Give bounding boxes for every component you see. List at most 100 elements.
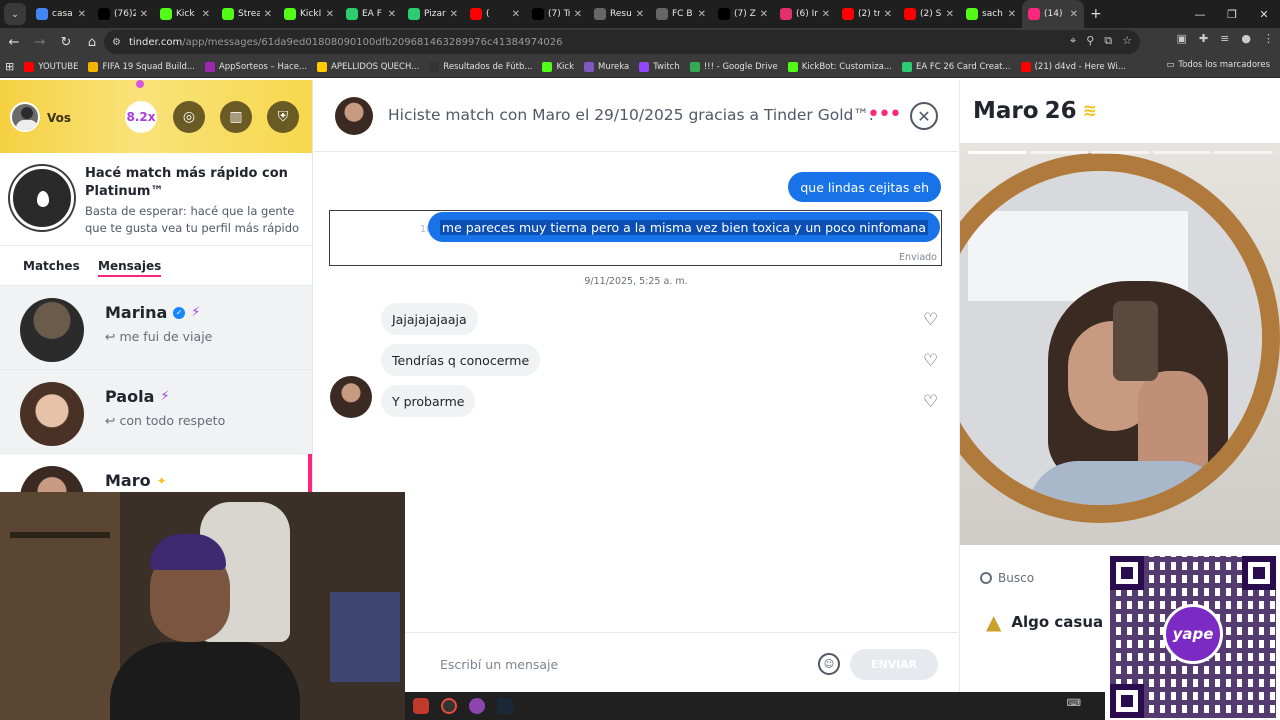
media-icon[interactable]: ≡	[1220, 32, 1229, 45]
browser-tab[interactable]: (6) In ✕	[774, 0, 836, 28]
tab-close-icon[interactable]: ✕	[202, 9, 210, 20]
browser-tab[interactable]: FC B ✕	[650, 0, 712, 28]
bookmark-item[interactable]: AppSorteos – Hace...	[200, 61, 312, 72]
browser-tab[interactable]: (2) tr ✕	[836, 0, 898, 28]
bookmark-item[interactable]: APELLIDOS QUECH...	[312, 61, 424, 72]
tab-search-button[interactable]: ⌄	[4, 3, 26, 25]
browser-tab[interactable]: (14) ✕	[1022, 0, 1084, 28]
emoji-icon[interactable]: ☺	[818, 653, 840, 675]
safety-button[interactable]: ⛨	[267, 101, 299, 133]
tab-close-icon[interactable]: ✕	[698, 9, 706, 20]
minimize-icon[interactable]: —	[1184, 0, 1216, 28]
tab-close-icon[interactable]: ✕	[264, 9, 272, 20]
obs-icon[interactable]	[441, 698, 457, 714]
message-input[interactable]: Escribí un mensaje	[440, 657, 558, 672]
extension-icon[interactable]: ▣	[1177, 32, 1187, 45]
install-icon[interactable]: ⧉	[1104, 34, 1112, 48]
browser-tab[interactable]: Resu ✕	[588, 0, 650, 28]
selected-message-row[interactable]: 10:32 p. m. me pareces muy tierna pero a…	[329, 210, 942, 266]
passport-button[interactable]: ▥	[220, 101, 252, 133]
address-bar[interactable]: ⚙ tinder.com/app/messages/61da9ed0180809…	[104, 30, 1140, 54]
browser-tab[interactable]: sach ✕	[960, 0, 1022, 28]
discord-icon[interactable]	[469, 698, 485, 714]
browser-tab[interactable]: Pizar ✕	[402, 0, 464, 28]
message-bubble-incoming[interactable]: Jajajajajaaja	[381, 303, 478, 335]
bookmark-item[interactable]: Kick	[537, 61, 579, 72]
bookmark-item[interactable]: (21) d4vd - Here Wi...	[1016, 61, 1131, 72]
bookmark-star-icon[interactable]: ☆	[1122, 34, 1132, 48]
restore-icon[interactable]: ❐	[1216, 0, 1248, 28]
tab-matches[interactable]: Matches	[23, 259, 80, 273]
bookmark-item[interactable]: KickBot: Customiza...	[783, 61, 897, 72]
tab-close-icon[interactable]: ✕	[326, 9, 334, 20]
browser-tab[interactable]: (7) Zi ✕	[712, 0, 774, 28]
bookmark-item[interactable]: EA FC 26 Card Creat...	[897, 61, 1016, 72]
heart-icon[interactable]: ♡	[923, 351, 938, 371]
bookmark-item[interactable]: Mureka	[579, 61, 634, 72]
message-bubble-incoming[interactable]: Y probarme	[381, 385, 476, 417]
tab-close-icon[interactable]: ✕	[512, 9, 520, 20]
bookmark-item[interactable]: YOUTUBE	[19, 61, 83, 72]
back-icon[interactable]: ←	[2, 30, 26, 54]
browser-tab[interactable]: KickI ✕	[278, 0, 340, 28]
site-info-icon[interactable]: ⚙	[112, 37, 121, 48]
tab-messages[interactable]: Mensajes	[98, 259, 162, 277]
avatar[interactable]	[10, 102, 40, 132]
bookmark-item[interactable]: !!! - Google Drive	[685, 61, 783, 72]
send-button[interactable]: ENVIAR	[850, 649, 938, 680]
home-icon[interactable]: ⌂	[80, 30, 104, 54]
message-bubble-outgoing[interactable]: que lindas cejitas eh	[788, 172, 941, 202]
close-icon[interactable]: ✕	[910, 102, 938, 130]
location-icon[interactable]: ⌖	[1070, 34, 1076, 48]
browser-tab[interactable]: casa ✕	[30, 0, 92, 28]
tab-close-icon[interactable]: ✕	[822, 9, 830, 20]
tab-close-icon[interactable]: ✕	[1070, 9, 1078, 20]
browser-tab[interactable]: (✕	[464, 0, 526, 28]
tab-close-icon[interactable]: ✕	[636, 9, 644, 20]
message-bubble-incoming[interactable]: Tendrías q conocerme	[381, 344, 541, 376]
tab-close-icon[interactable]: ✕	[946, 9, 954, 20]
boost-button[interactable]: 8.2x	[125, 101, 157, 133]
steam-icon[interactable]	[497, 698, 513, 714]
close-window-icon[interactable]: ✕	[1248, 0, 1280, 28]
tab-close-icon[interactable]: ✕	[884, 9, 892, 20]
platinum-promo[interactable]: Hacé match más rápido con Platinum™ Bast…	[0, 153, 312, 246]
bookmark-item[interactable]: Twitch	[634, 61, 685, 72]
all-bookmarks-folder[interactable]: ▭ Todos los marcadores	[1166, 60, 1270, 70]
browser-tab[interactable]: (76)2 ✕	[92, 0, 154, 28]
tab-close-icon[interactable]: ✕	[78, 9, 86, 20]
browser-tab[interactable]: Strea ✕	[216, 0, 278, 28]
keyboard-icon[interactable]: ⌨	[1067, 698, 1081, 709]
bookmark-item[interactable]: Resultados de Fútb...	[424, 61, 537, 72]
explore-button[interactable]: ◎	[173, 101, 205, 133]
conversation-item-paola[interactable]: Paola ⚡ ↩ con todo respeto	[0, 370, 312, 454]
tab-close-icon[interactable]: ✕	[140, 9, 148, 20]
browser-tab[interactable]: (7) Tr ✕	[526, 0, 588, 28]
tab-close-icon[interactable]: ✕	[574, 9, 582, 20]
conversation-item-marina[interactable]: Marina ✓ ⚡ ↩ me fui de viaje	[0, 286, 312, 370]
taskbar-app-icon[interactable]	[413, 698, 429, 714]
avatar[interactable]	[335, 97, 373, 135]
heart-icon[interactable]: ♡	[923, 392, 938, 412]
message-bubble-outgoing[interactable]: me pareces muy tierna pero a la misma ve…	[427, 212, 940, 242]
tab-close-icon[interactable]: ✕	[388, 9, 396, 20]
browser-tab[interactable]: EA F ✕	[340, 0, 402, 28]
browser-tab[interactable]: Kick ✕	[154, 0, 216, 28]
apps-icon[interactable]: ⊞	[0, 60, 19, 73]
avatar[interactable]	[330, 376, 372, 418]
profile-icon[interactable]: ●	[1241, 32, 1251, 45]
tab-close-icon[interactable]: ✕	[1008, 9, 1016, 20]
profile-name[interactable]: Vos	[47, 111, 71, 125]
bookmark-item[interactable]: FIFA 19 Squad Build...	[83, 61, 199, 72]
profile-photo[interactable]	[960, 143, 1280, 545]
more-options-icon[interactable]: •••	[867, 104, 902, 126]
tab-close-icon[interactable]: ✕	[760, 9, 768, 20]
reload-icon[interactable]: ↻	[54, 30, 78, 54]
tab-close-icon[interactable]: ✕	[450, 9, 458, 20]
new-tab-button[interactable]: +	[1090, 6, 1102, 22]
puzzle-icon[interactable]: ✚	[1199, 32, 1208, 45]
browser-tab[interactable]: (2) S ✕	[898, 0, 960, 28]
kebab-menu-icon[interactable]: ⋮	[1263, 32, 1274, 45]
forward-icon[interactable]: →	[28, 30, 52, 54]
zoom-icon[interactable]: ⚲	[1086, 34, 1094, 48]
